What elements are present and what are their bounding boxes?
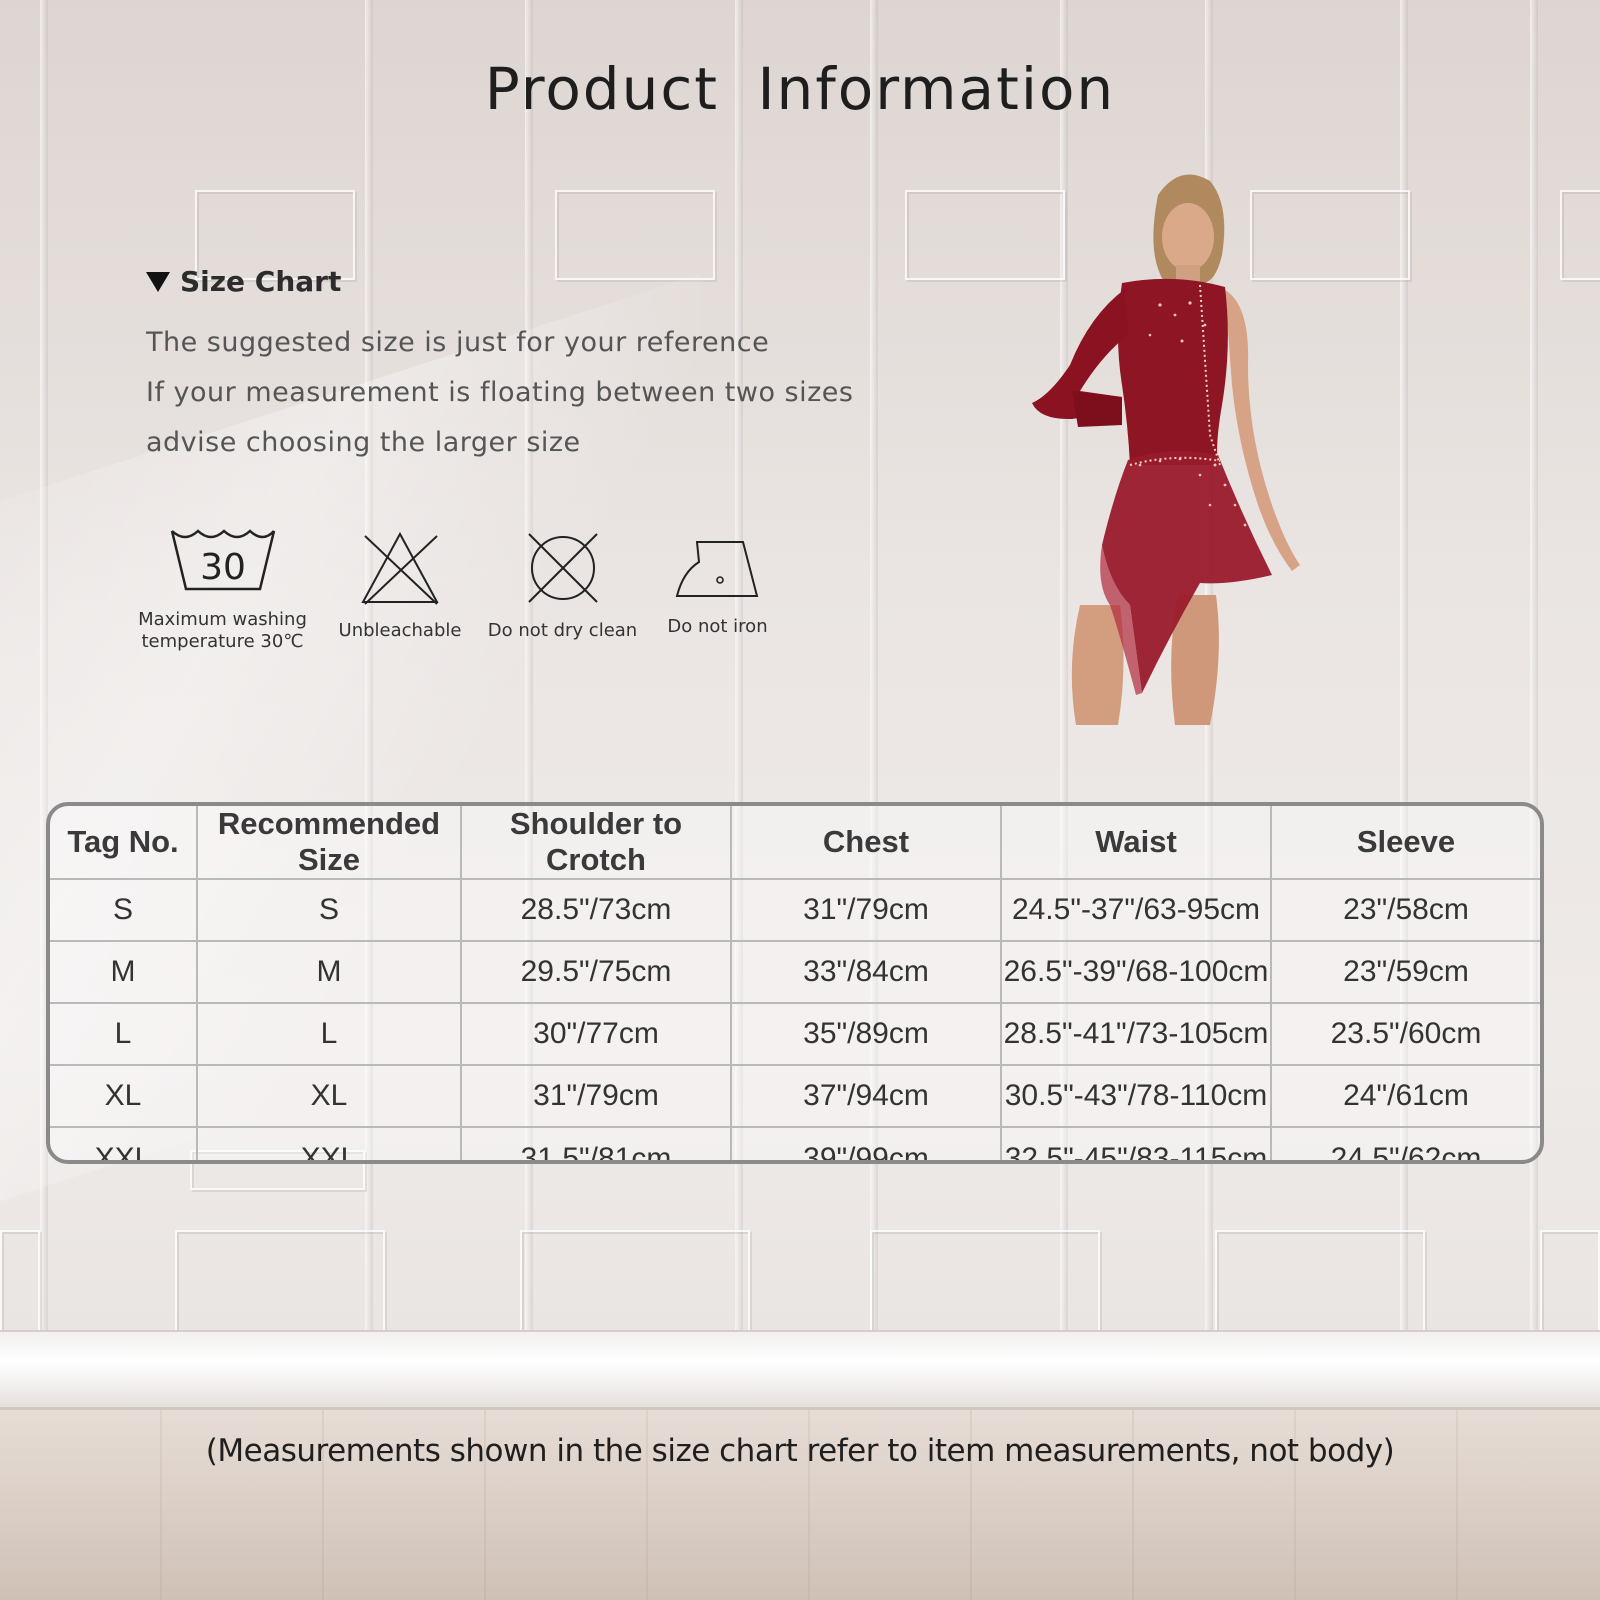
background-wall bbox=[0, 0, 1600, 1400]
wash-30-icon: 30 bbox=[170, 529, 275, 591]
wall-panel bbox=[0, 1230, 40, 1340]
cell-chest: 31"/79cm bbox=[730, 878, 1002, 942]
size-chart-heading-text: Size Chart bbox=[180, 265, 342, 298]
cell-waist: 24.5"-37"/63-95cm bbox=[1000, 878, 1272, 942]
header-tag-no: Tag No. bbox=[50, 806, 198, 880]
size-table: Tag No. Recommended Size Shoulder to Cro… bbox=[46, 802, 1544, 1164]
measurement-footnote: (Measurements shown in the size chart re… bbox=[205, 1433, 1395, 1469]
wash-label: temperature 30℃ bbox=[141, 631, 304, 652]
wall-panel bbox=[555, 190, 715, 280]
cell-sleeve: 24"/61cm bbox=[1270, 1064, 1540, 1128]
cell-sleeve: 23"/58cm bbox=[1270, 878, 1540, 942]
header-chest: Chest bbox=[730, 806, 1002, 880]
triangle-down-icon bbox=[146, 271, 170, 292]
header-recommended-size: Recommended Size bbox=[196, 806, 462, 880]
table-header-row: Tag No. Recommended Size Shoulder to Cro… bbox=[50, 806, 1540, 880]
size-chart-heading: Size Chart bbox=[146, 265, 341, 298]
wash-label: Maximum washing bbox=[138, 609, 307, 630]
cell-tag-no: M bbox=[50, 940, 198, 1004]
cell-chest: 39"/99cm bbox=[730, 1126, 1002, 1160]
header-shoulder-to-crotch: Shoulder to Crotch bbox=[460, 806, 732, 880]
care-bleach: Unbleachable bbox=[335, 530, 465, 642]
wall-panel bbox=[870, 1230, 1100, 1340]
cell-chest: 35"/89cm bbox=[730, 1002, 1002, 1066]
wall-panel bbox=[1540, 1230, 1600, 1340]
wall-panel bbox=[175, 1230, 385, 1340]
wall-panel bbox=[1215, 1230, 1425, 1340]
no-iron-icon bbox=[675, 541, 758, 597]
cell-recommended-size: M bbox=[196, 940, 462, 1004]
no-bleach-icon bbox=[361, 531, 439, 605]
cell-waist: 28.5"-41"/73-105cm bbox=[1000, 1002, 1272, 1066]
cell-chest: 33"/84cm bbox=[730, 940, 1002, 1004]
cell-waist: 26.5"-39"/68-100cm bbox=[1000, 940, 1272, 1004]
cell-chest: 37"/94cm bbox=[730, 1064, 1002, 1128]
wall-panel bbox=[1560, 190, 1600, 280]
cell-shoulder-to-crotch: 30"/77cm bbox=[460, 1002, 732, 1066]
cell-tag-no: L bbox=[50, 1002, 198, 1066]
cell-recommended-size: L bbox=[196, 1002, 462, 1066]
size-note: The suggested size is just for your refe… bbox=[146, 327, 770, 358]
cell-shoulder-to-crotch: 31"/79cm bbox=[460, 1064, 732, 1128]
cell-sleeve: 23"/59cm bbox=[1270, 940, 1540, 1004]
cell-tag-no: XL bbox=[50, 1064, 198, 1128]
table-row: S S 28.5"/73cm 31"/79cm 24.5"-37"/63-95c… bbox=[50, 878, 1540, 942]
baseboard bbox=[0, 1330, 1600, 1410]
cell-sleeve: 23.5"/60cm bbox=[1270, 1002, 1540, 1066]
header-sleeve: Sleeve bbox=[1270, 806, 1540, 880]
cell-shoulder-to-crotch: 29.5"/75cm bbox=[460, 940, 732, 1004]
cell-recommended-size: XL bbox=[196, 1064, 462, 1128]
wall-panel bbox=[520, 1230, 750, 1340]
iron-label: Do not iron bbox=[667, 616, 768, 637]
table-row: M M 29.5"/75cm 33"/84cm 26.5"-39"/68-100… bbox=[50, 940, 1540, 1004]
size-chart-notes: The suggested size is just for your refe… bbox=[146, 318, 853, 468]
care-wash: 30 Maximum washing temperature 30℃ bbox=[135, 525, 310, 653]
table-row: XXL XXL 31.5"/81cm 39"/99cm 32.5"-45"/83… bbox=[50, 1126, 1540, 1160]
wash-temp-text: 30 bbox=[200, 547, 246, 588]
size-note: If your measurement is floating between … bbox=[146, 377, 854, 408]
bleach-label: Unbleachable bbox=[338, 620, 462, 641]
model-photo bbox=[1032, 174, 1300, 725]
cell-tag-no: XXL bbox=[50, 1126, 198, 1160]
care-dry-clean: Do not dry clean bbox=[485, 530, 640, 642]
table-row: XL XL 31"/79cm 37"/94cm 30.5"-43"/78-110… bbox=[50, 1064, 1540, 1128]
table-row: L L 30"/77cm 35"/89cm 28.5"-41"/73-105cm… bbox=[50, 1002, 1540, 1066]
care-iron: Do not iron bbox=[655, 538, 780, 638]
size-note: advise choosing the larger size bbox=[146, 427, 581, 458]
cell-waist: 32.5"-45"/83-115cm bbox=[1000, 1126, 1272, 1160]
cell-recommended-size: S bbox=[196, 878, 462, 942]
cell-tag-no: S bbox=[50, 878, 198, 942]
no-dry-clean-icon bbox=[527, 533, 598, 603]
header-waist: Waist bbox=[1000, 806, 1272, 880]
cell-waist: 30.5"-43"/78-110cm bbox=[1000, 1064, 1272, 1128]
dry-clean-label: Do not dry clean bbox=[487, 620, 638, 641]
cell-shoulder-to-crotch: 31.5"/81cm bbox=[460, 1126, 732, 1160]
cell-sleeve: 24.5"/62cm bbox=[1270, 1126, 1540, 1160]
cell-shoulder-to-crotch: 28.5"/73cm bbox=[460, 878, 732, 942]
cell-recommended-size: XXL bbox=[196, 1126, 462, 1160]
page-title: Product Information bbox=[484, 55, 1116, 123]
